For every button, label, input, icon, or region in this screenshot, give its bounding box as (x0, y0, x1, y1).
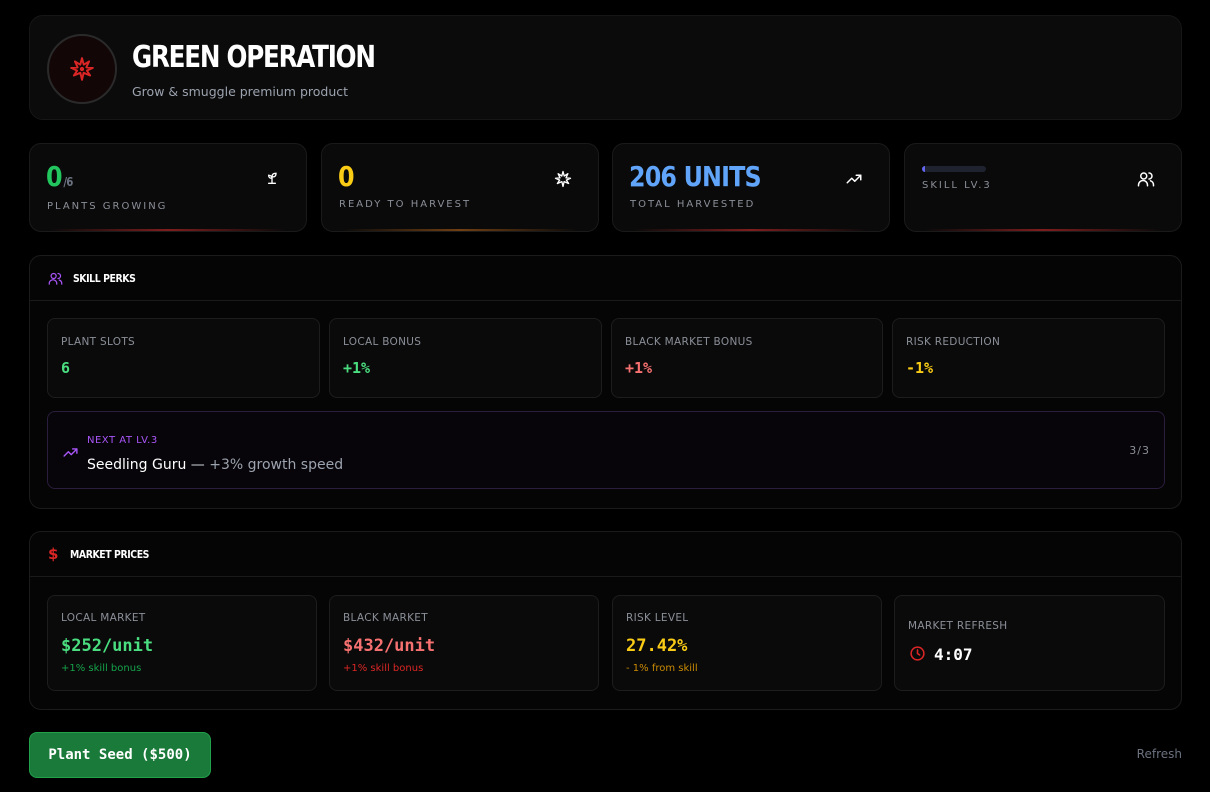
market-risk: RISK LEVEL 27.42% - 1% from skill (612, 595, 882, 691)
logo (47, 34, 117, 104)
perk-label: LOCAL BONUS (343, 336, 422, 348)
market-note: +1% skill bonus (343, 663, 424, 674)
plants-growing-label: PLANTS GROWING (47, 201, 168, 212)
leaf-logo-icon (70, 57, 94, 81)
next-perk-description: Seedling Guru — +3% growth speed (87, 457, 343, 473)
plant-seed-button[interactable]: Plant Seed ($500) (29, 732, 211, 778)
perk-value: +1% (343, 359, 371, 377)
sprout-icon (267, 172, 277, 184)
stat-skill-level: SKILL LV.3 (904, 143, 1182, 232)
next-perk-box: NEXT AT LV.3 Seedling Guru — +3% growth … (47, 411, 1165, 489)
perk-value: -1% (906, 359, 934, 377)
stat-ready-to-harvest: 0 READY TO HARVEST (321, 143, 599, 232)
leaf-icon (554, 170, 572, 188)
market-value: 27.42% (626, 636, 688, 656)
perk-black-market-bonus: BLACK MARKET BONUS +1% (611, 318, 883, 398)
users-icon (48, 272, 63, 285)
total-harvested-value: 206 UNITS (629, 160, 762, 193)
next-perk-dash: — (186, 457, 210, 473)
stat-underline (342, 229, 578, 231)
ready-to-harvest-label: READY TO HARVEST (339, 199, 472, 210)
market-note: +1% skill bonus (61, 663, 142, 674)
perk-value: +1% (625, 359, 653, 377)
perk-plant-slots: PLANT SLOTS 6 (47, 318, 320, 398)
perk-label: RISK REDUCTION (906, 336, 1001, 348)
dollar-icon: $ (48, 545, 59, 563)
stat-underline (925, 229, 1161, 231)
next-perk-count: 3/3 (1129, 444, 1150, 457)
next-perk-effect: +3% growth speed (209, 457, 344, 473)
market-label: LOCAL MARKET (61, 612, 146, 624)
perk-value: 6 (61, 359, 71, 377)
market-value: $432/unit (343, 636, 436, 656)
next-perk-label: NEXT AT LV.3 (87, 435, 158, 446)
skill-progress-fill (922, 166, 926, 172)
market-refresh: MARKET REFRESH 4:07 (894, 595, 1165, 691)
next-perk-name: Seedling Guru (87, 457, 187, 473)
market-label: RISK LEVEL (626, 612, 689, 624)
market-black: BLACK MARKET $432/unit +1% skill bonus (329, 595, 599, 691)
market-prices-header: $ MARKET PRICES (30, 532, 1181, 577)
perk-label: BLACK MARKET BONUS (625, 336, 753, 348)
stat-plants-growing: 0/6 PLANTS GROWING (29, 143, 307, 232)
skill-progress-track (922, 166, 986, 172)
users-icon (1137, 172, 1155, 187)
app-subtitle: Grow & smuggle premium product (132, 84, 349, 99)
perk-label: PLANT SLOTS (61, 336, 135, 348)
stat-total-harvested: 206 UNITS TOTAL HARVESTED (612, 143, 890, 232)
skill-perks-header: SKILL PERKS (30, 256, 1181, 301)
market-value: $252/unit (61, 636, 154, 656)
plants-growing-value: 0 (46, 160, 63, 193)
market-label: MARKET REFRESH (908, 620, 1008, 632)
market-prices-title: MARKET PRICES (70, 547, 150, 561)
plants-growing-max: /6 (63, 175, 73, 189)
total-harvested-label: TOTAL HARVESTED (630, 199, 756, 210)
market-label: BLACK MARKET (343, 612, 428, 624)
trending-up-icon (63, 448, 78, 457)
ready-to-harvest-value: 0 (338, 160, 355, 193)
header-panel: GREEN OPERATION Grow & smuggle premium p… (29, 15, 1182, 120)
stat-underline (50, 229, 286, 231)
perk-local-bonus: LOCAL BONUS +1% (329, 318, 602, 398)
skill-level-label: SKILL LV.3 (922, 180, 992, 191)
stat-underline (633, 229, 869, 231)
market-refresh-timer: 4:07 (934, 645, 973, 664)
perk-risk-reduction: RISK REDUCTION -1% (892, 318, 1165, 398)
market-prices-panel: $ MARKET PRICES LOCAL MARKET $252/unit +… (29, 531, 1182, 710)
skill-perks-title: SKILL PERKS (73, 271, 136, 285)
market-local: LOCAL MARKET $252/unit +1% skill bonus (47, 595, 317, 691)
refresh-link[interactable]: Refresh (1137, 747, 1182, 761)
trending-up-icon (846, 174, 862, 184)
market-note: - 1% from skill (626, 663, 698, 674)
skill-perks-panel: SKILL PERKS PLANT SLOTS 6 LOCAL BONUS +1… (29, 255, 1182, 509)
clock-icon (910, 646, 925, 661)
app-title: GREEN OPERATION (132, 40, 376, 75)
